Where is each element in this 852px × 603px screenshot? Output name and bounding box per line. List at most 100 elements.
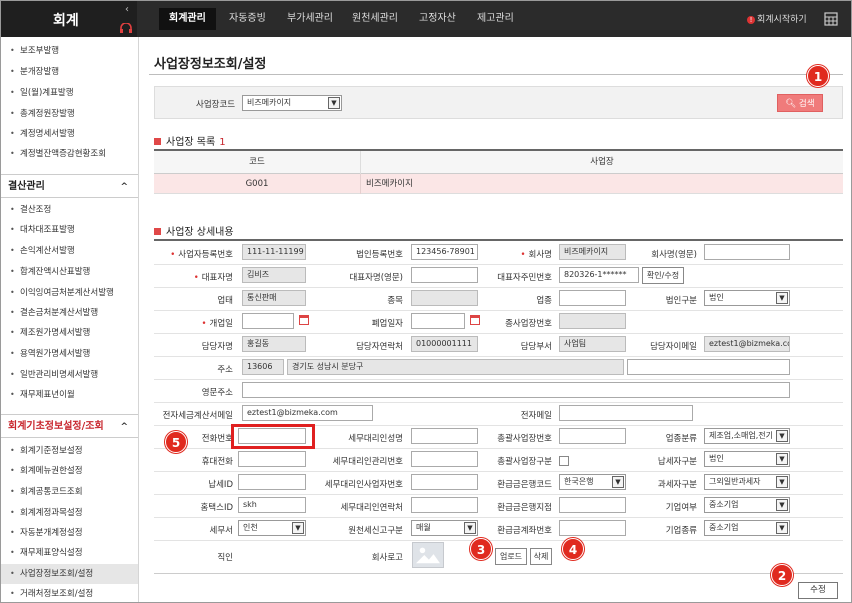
hometax-id-field[interactable] <box>238 474 306 490</box>
hq-type-checkbox[interactable] <box>559 456 569 466</box>
chevron-down-icon: ▼ <box>776 476 788 488</box>
sidebar-item[interactable]: 합계잔액시산표발행 <box>1 262 138 282</box>
sidebar-item[interactable]: 자동분개계정설정 <box>1 523 138 543</box>
e-mail-field[interactable] <box>559 405 693 421</box>
sub-biz-no-field[interactable] <box>559 313 626 329</box>
address-field[interactable]: 경기도 성남시 분당구 <box>287 359 624 375</box>
biz-no-field[interactable]: 111-11-11199 <box>242 244 306 260</box>
business-list-table: 코드 사업장 G001 비즈메카이지 <box>154 149 843 194</box>
sidebar-section-label: 회계기초정보설정/조회 <box>8 421 104 432</box>
label-ceo-en: 대표자명(영문) <box>349 273 403 283</box>
label-manager: 담당자명 <box>201 342 233 352</box>
ceo-id-field[interactable]: 820326-1****** <box>559 267 639 283</box>
topnav-accounting[interactable]: 회계관리 <box>159 8 216 30</box>
sidebar-item[interactable]: 보조부발행 <box>1 41 138 61</box>
corp-kind-select[interactable]: 중소기업 ▼ <box>704 520 790 536</box>
sidebar-item[interactable]: 회계공통코드조회 <box>1 482 138 502</box>
column-header-name: 사업장 <box>590 157 614 167</box>
sidebar-item[interactable]: 분개장발행 <box>1 62 138 82</box>
sidebar-item[interactable]: 손익계산서발행 <box>1 241 138 261</box>
chevron-down-icon: ▼ <box>776 430 788 442</box>
label-seal: 직인 <box>217 553 233 563</box>
image-placeholder-icon <box>412 542 444 568</box>
tax-office-select[interactable]: 인천 ▼ <box>238 520 306 536</box>
topnav-fixed-assets[interactable]: 고정자산 <box>409 8 466 30</box>
payer-type-value: 법인 <box>709 454 724 463</box>
tax-type-value: 그외일반과세자 <box>709 477 761 486</box>
start-accounting-link[interactable]: ! 회계시작하기 <box>747 12 807 25</box>
sidebar-item[interactable]: 결산조정 <box>1 200 138 220</box>
sidebar-item[interactable]: 결손금처분계산서발행 <box>1 303 138 323</box>
ceo-field[interactable]: 김비즈 <box>242 267 306 283</box>
topnav-auto-evidence[interactable]: 자동증빙 <box>219 8 276 30</box>
corp-yn-select[interactable]: 중소기업 ▼ <box>704 497 790 513</box>
search-button[interactable]: 🔍︎ 검색 <box>777 94 823 112</box>
industry-cat-select[interactable]: 제조업,소매업,전기 ▼ <box>704 428 790 444</box>
tax-type-select[interactable]: 그외일반과세자 ▼ <box>704 474 790 490</box>
chevron-down-icon: ▼ <box>776 499 788 511</box>
sidebar-item[interactable]: 재무제표양식설정 <box>1 543 138 563</box>
address-en-field[interactable] <box>242 382 790 398</box>
sidebar-item[interactable]: 회계계정과목설정 <box>1 503 138 523</box>
collapse-menu-button[interactable]: ‹ <box>121 4 133 16</box>
sidebar-item[interactable]: 대차대조표발행 <box>1 220 138 240</box>
sidebar-item[interactable]: 회계기준정보설정 <box>1 441 138 461</box>
row-divider <box>154 494 843 495</box>
sidebar-item[interactable]: 계정명세서발행 <box>1 124 138 144</box>
manager-email-field[interactable]: eztest1@bizmeka.co <box>704 336 790 352</box>
corp-type-value: 법인 <box>709 293 724 302</box>
sidebar-item[interactable]: 일반관리비명세서발행 <box>1 365 138 385</box>
sidebar-section-closing[interactable]: 결산관리 ^ <box>1 174 138 198</box>
sidebar-item[interactable]: 계정별잔액증감현황조회 <box>1 144 138 164</box>
address-detail-field[interactable] <box>627 359 790 375</box>
business-code-select[interactable]: 비즈메카이지 ▼ <box>242 95 342 111</box>
table-row[interactable]: G001 비즈메카이지 <box>154 174 843 194</box>
sidebar-item[interactable]: 제조원가명세서발행 <box>1 323 138 343</box>
label-tax-agent: 세무대리인성명 <box>348 434 403 444</box>
payer-type-select[interactable]: 법인 ▼ <box>704 451 790 467</box>
section-marker-icon <box>154 227 161 235</box>
label-refund-branch: 환급금은행지점 <box>497 503 552 513</box>
search-button-label: 검색 <box>798 99 815 109</box>
tax-email-field[interactable]: eztest1@bizmeka.com <box>242 405 373 421</box>
search-label: 사업장코드 <box>196 100 236 110</box>
delete-button[interactable]: 삭제 <box>530 548 552 565</box>
label-refund-bank: 환급금은행코드 <box>497 480 552 490</box>
sidebar-section-label: 결산관리 <box>8 181 45 192</box>
label-biz-type: 업태 <box>217 296 233 306</box>
save-button[interactable]: 수정 <box>798 582 838 599</box>
row-divider <box>154 379 843 380</box>
open-date-field[interactable] <box>242 313 294 329</box>
verify-edit-button[interactable]: 확인/수정 <box>642 267 684 284</box>
row-divider <box>154 287 843 288</box>
headset-icon[interactable] <box>119 23 133 33</box>
list-section-title: 사업장 목록 1 <box>154 133 226 148</box>
sidebar-item[interactable]: 회계메뉴권한설정 <box>1 461 138 481</box>
row-divider <box>154 402 843 403</box>
sidebar-item[interactable]: 총계정원장발행 <box>1 104 138 124</box>
topnav-withholding[interactable]: 원천세관리 <box>342 8 408 30</box>
hometax-field[interactable]: skh <box>238 497 306 513</box>
biz-type-field[interactable]: 통신판매 <box>242 290 306 306</box>
calculator-icon[interactable] <box>824 12 838 26</box>
sidebar-item[interactable]: 거래처정보조회/설정 <box>1 584 138 602</box>
label-company: 회사명 <box>452 248 552 260</box>
label-sub-biz-no: 종사업장번호 <box>505 319 552 329</box>
mobile-field[interactable] <box>238 451 306 467</box>
sidebar-item[interactable]: 이익잉여금처분계산서발행 <box>1 283 138 303</box>
topnav-vat[interactable]: 부가세관리 <box>277 8 343 30</box>
sidebar-item[interactable]: 일(월)계표발행 <box>1 83 138 103</box>
start-accounting-label: 회계시작하기 <box>757 15 807 25</box>
manager-field[interactable]: 홍길동 <box>242 336 306 352</box>
upload-button[interactable]: 업로드 <box>495 548 527 565</box>
corp-type-select[interactable]: 법인 ▼ <box>704 290 790 306</box>
sidebar-section-basic-info[interactable]: 회계기초정보설정/조회 ^ <box>1 414 138 438</box>
chevron-down-icon: ▼ <box>328 97 340 109</box>
topnav-manufacturing[interactable]: 제고관리 <box>467 8 524 30</box>
label-payer-type: 납세자구분 <box>657 457 697 467</box>
sidebar-item[interactable]: 재무제표년이월 <box>1 385 138 405</box>
sidebar-item[interactable]: 용역원가명세서발행 <box>1 344 138 364</box>
sidebar-item-business-info[interactable]: 사업장정보조회/설정 <box>1 564 138 584</box>
zip-field[interactable]: 13606 <box>242 359 284 375</box>
company-en-field[interactable] <box>704 244 790 260</box>
